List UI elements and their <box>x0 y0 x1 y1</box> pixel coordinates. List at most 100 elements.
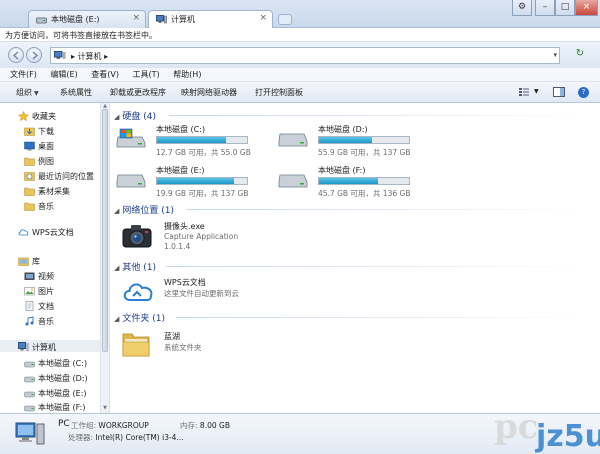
drive-space-text: 45.7 GB 可用，共 136 GB <box>318 189 411 198</box>
computer-icon <box>15 422 45 445</box>
collapse-triangle-icon[interactable]: ◢ <box>114 113 119 121</box>
library-icon <box>18 257 29 266</box>
menu-file[interactable]: 文件(F) <box>10 68 37 81</box>
other-item-wps-cloud[interactable]: WPS云文档 这里文件自动更新到云 <box>122 277 322 307</box>
drive-e[interactable]: 本地磁盘 (E:) 19.9 GB 可用，共 137 GB <box>116 165 276 205</box>
open-control-panel-button[interactable]: 打开控制面板 <box>255 87 303 98</box>
drive-icon <box>278 133 308 147</box>
menu-tools[interactable]: 工具(T) <box>133 68 160 81</box>
drive-icon <box>24 405 35 412</box>
svg-text:jz5u: jz5u <box>535 419 600 454</box>
maximize-button[interactable]: □ <box>555 0 575 16</box>
breadcrumb[interactable]: ▸ 计算机 ▸ <box>71 51 108 62</box>
group-header-folders[interactable]: ◢ 文件夹 (1) <box>114 311 589 324</box>
help-icon[interactable]: ? <box>578 87 589 98</box>
minimize-button[interactable]: – <box>535 0 555 16</box>
collapse-triangle-icon[interactable]: ◢ <box>114 264 119 272</box>
back-button[interactable] <box>8 47 24 63</box>
computer-icon <box>54 51 66 59</box>
uninstall-program-button[interactable]: 卸载或更改程序 <box>110 87 166 98</box>
folder-item-lanhu[interactable]: 蓝湖 系统文件夹 <box>122 331 322 361</box>
drive-icon <box>36 17 47 24</box>
map-network-drive-button[interactable]: 映射网络驱动器 <box>181 87 237 98</box>
computer-icon <box>18 342 29 351</box>
drive-icon <box>278 174 308 188</box>
address-row: ▸ 计算机 ▸ ▾ ↻ <box>0 42 600 68</box>
scroll-down-icon[interactable]: ▼ <box>102 405 108 411</box>
tab-local-disk-e[interactable]: 本地磁盘 (E:) × <box>28 10 146 28</box>
forward-button[interactable] <box>26 47 42 63</box>
drive-f[interactable]: 本地磁盘 (F:) 45.7 GB 可用，共 136 GB <box>278 165 438 205</box>
favorites-bar: 为方便访问，可将书签直接放在书签栏中。 <box>0 28 600 42</box>
item-name: WPS云文档 <box>164 278 206 287</box>
drive-icon <box>116 174 146 188</box>
folder-icon <box>24 187 35 196</box>
drive-space-text: 19.9 GB 可用，共 137 GB <box>156 189 249 198</box>
group-divider <box>186 209 589 210</box>
drive-usage-fill <box>157 137 227 143</box>
collapse-triangle-icon[interactable]: ◢ <box>114 315 119 323</box>
menu-help[interactable]: 帮助(H) <box>173 68 201 81</box>
drive-icon <box>24 361 35 368</box>
drive-space-text: 12.7 GB 可用，共 55.0 GB <box>156 148 251 157</box>
navigation-pane: 收藏夹 下载 桌面 例图 最近访问的位置 素材采集 音乐 WPS云文档 库 视频… <box>0 103 110 413</box>
close-tab-icon[interactable]: × <box>132 13 140 23</box>
close-tab-icon[interactable]: × <box>259 13 267 23</box>
camera-icon <box>122 225 152 248</box>
menu-edit[interactable]: 编辑(E) <box>50 68 77 81</box>
tab-computer[interactable]: 计算机 × <box>148 10 273 29</box>
group-header-other[interactable]: ◢ 其他 (1) <box>114 260 589 273</box>
drive-usage-bar <box>156 136 248 144</box>
group-header-network[interactable]: ◢ 网络位置 (1) <box>114 203 589 216</box>
drive-usage-bar <box>318 136 410 144</box>
group-divider <box>169 115 589 116</box>
cloud-icon <box>18 229 29 236</box>
item-description: 这里文件自动更新到云 <box>164 289 239 298</box>
folder-icon <box>122 333 150 357</box>
organize-button[interactable]: 组织 ▼ <box>16 87 39 98</box>
computer-icon <box>156 15 167 24</box>
drive-space-text: 55.9 GB 可用，共 137 GB <box>318 148 411 157</box>
refresh-icon[interactable]: ↻ <box>572 48 588 62</box>
command-bar: 组织 ▼ 系统属性 卸载或更改程序 映射网络驱动器 打开控制面板 ▼ ? <box>0 82 600 103</box>
view-dropdown-icon[interactable]: ▼ <box>534 88 539 95</box>
back-arrow-icon <box>12 51 19 60</box>
drive-usage-bar <box>156 177 248 185</box>
forward-arrow-icon <box>32 51 39 60</box>
music-library-icon <box>25 316 34 326</box>
cloud-icon <box>123 283 153 301</box>
system-properties-button[interactable]: 系统属性 <box>60 87 92 98</box>
tab-label: 本地磁盘 (E:) <box>51 15 100 24</box>
group-header-hdd[interactable]: ◢ 硬盘 (4) <box>114 109 589 122</box>
view-options-icon[interactable] <box>518 86 532 98</box>
drive-icon <box>24 391 35 398</box>
drive-usage-fill <box>319 137 373 143</box>
new-tab-button[interactable] <box>278 14 292 25</box>
close-window-button[interactable]: × <box>575 0 598 16</box>
settings-icon[interactable]: ⚙ <box>512 0 532 16</box>
scrollbar-thumb[interactable] <box>102 109 108 352</box>
drive-name: 本地磁盘 (C:) <box>156 125 206 134</box>
collapse-triangle-icon[interactable]: ◢ <box>114 207 119 215</box>
drive-d[interactable]: 本地磁盘 (D:) 55.9 GB 可用，共 137 GB <box>278 124 438 164</box>
drive-c[interactable]: 本地磁盘 (C:) 12.7 GB 可用，共 55.0 GB <box>116 124 276 164</box>
processor-field: 处理器: Intel(R) Core(TM) i3-4... <box>68 433 184 442</box>
preview-pane-icon[interactable] <box>552 86 566 98</box>
address-bar[interactable]: ▸ 计算机 ▸ ▾ <box>50 47 560 64</box>
menu-view[interactable]: 查看(V) <box>91 68 119 81</box>
tab-strip: 本地磁盘 (E:) × 计算机 × ⚙ – □ × <box>0 0 600 29</box>
drive-usage-fill <box>157 178 234 184</box>
sidebar-scrollbar[interactable]: ▲ ▼ <box>100 103 109 413</box>
recent-places-icon <box>24 172 35 181</box>
drive-icon <box>24 376 35 383</box>
group-divider <box>166 266 589 267</box>
star-icon <box>18 111 29 121</box>
document-library-icon <box>25 301 34 311</box>
network-item-camera[interactable]: 摄像头.exe Capture Application 1.0.1.4 <box>122 221 322 257</box>
menu-bar: 文件(F) 编辑(E) 查看(V) 工具(T) 帮助(H) <box>0 68 600 82</box>
video-library-icon <box>24 272 35 280</box>
item-description: 系统文件夹 <box>164 343 202 352</box>
svg-text:pc: pc <box>494 407 538 447</box>
memory-field: 内存: 8.00 GB <box>180 421 230 430</box>
chevron-down-icon[interactable]: ▾ <box>553 51 557 59</box>
